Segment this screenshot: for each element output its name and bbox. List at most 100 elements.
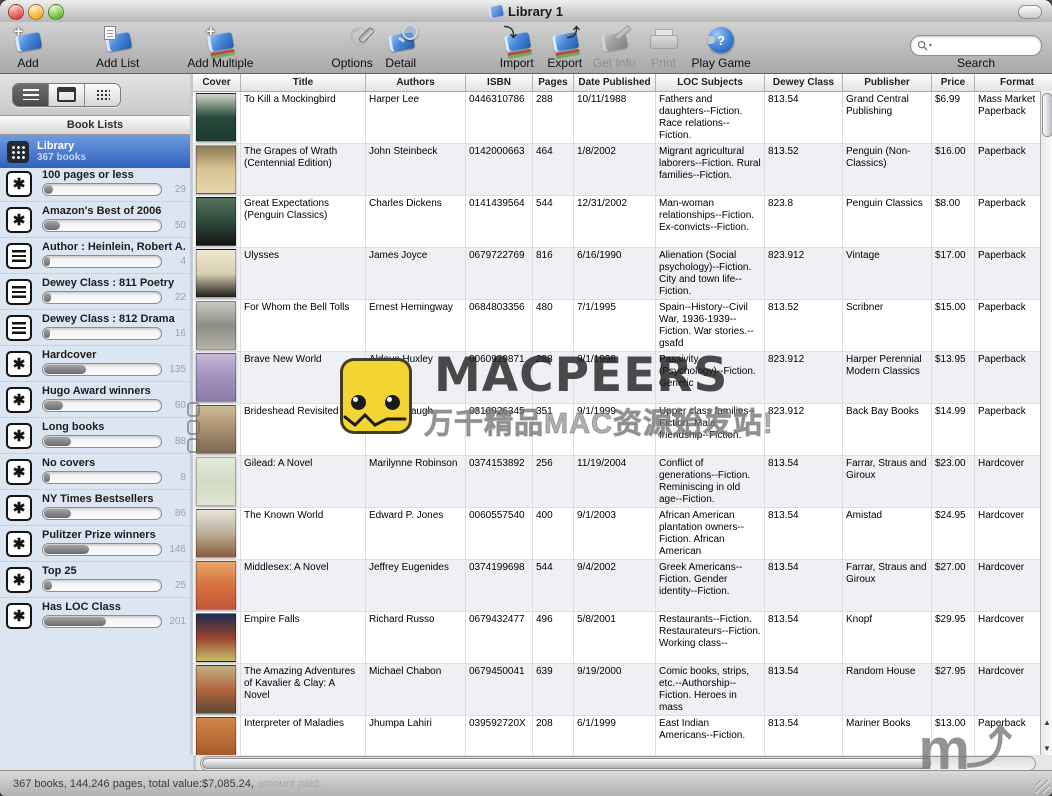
scroll-up-arrow[interactable]: ▲ bbox=[1043, 719, 1051, 727]
cell-cover bbox=[193, 716, 241, 755]
table-row[interactable]: For Whom the Bell TollsErnest Hemingway0… bbox=[193, 300, 1052, 352]
view-grid-button[interactable] bbox=[85, 84, 120, 106]
table-row[interactable]: Empire FallsRichard Russo06794324774965/… bbox=[193, 612, 1052, 664]
add-label: Add bbox=[17, 56, 38, 70]
cell-price: $23.00 bbox=[932, 456, 975, 507]
add-button[interactable]: + Add bbox=[8, 24, 48, 70]
book-cover-thumbnail bbox=[196, 93, 236, 142]
export-button[interactable]: ⤴ Export bbox=[545, 24, 585, 70]
scroll-down-arrow[interactable]: ▼ bbox=[1043, 745, 1051, 753]
view-split-button[interactable] bbox=[49, 84, 85, 106]
resize-grip[interactable] bbox=[1036, 780, 1050, 794]
cell-authors: Ernest Hemingway bbox=[366, 300, 466, 351]
sidebar-item[interactable]: ✱100 pages or less29 bbox=[0, 166, 190, 201]
column-header-title[interactable]: Title bbox=[241, 74, 366, 91]
cell-cover bbox=[193, 248, 241, 299]
column-header-authors[interactable]: Authors bbox=[366, 74, 466, 91]
table-row[interactable]: The Amazing Adventures of Kavalier & Cla… bbox=[193, 664, 1052, 716]
sidebar-item[interactable]: ✱Top 2525 bbox=[0, 561, 190, 597]
cell-date: 9/1/1998 bbox=[574, 352, 656, 403]
import-button[interactable]: ⤵ Import bbox=[497, 24, 537, 70]
titlebar[interactable]: Library 1 bbox=[0, 0, 1052, 23]
cell-title: Great Expectations (Penguin Classics) bbox=[241, 196, 366, 247]
table-row[interactable]: Middlesex: A NovelJeffrey Eugenides03741… bbox=[193, 560, 1052, 612]
view-list-button[interactable] bbox=[13, 84, 49, 106]
sidebar-item[interactable]: Dewey Class : 812 Drama16 bbox=[0, 309, 190, 345]
search-input[interactable] bbox=[933, 39, 1021, 53]
vertical-scrollbar[interactable]: ▲ ▼ bbox=[1040, 91, 1052, 755]
sidebar-item-label: NY Times Bestsellers bbox=[42, 493, 154, 505]
sidebar-item-label: Long books bbox=[42, 421, 104, 433]
book-table: CoverTitleAuthorsISBNPagesDate Published… bbox=[193, 74, 1052, 755]
cell-loc: Migrant agricultural laborers--Fiction. … bbox=[656, 144, 765, 195]
horizontal-scrollbar[interactable] bbox=[200, 756, 1036, 771]
cell-loc: Comic books, strips, etc.--Authorship--F… bbox=[656, 664, 765, 715]
print-button[interactable]: Print bbox=[643, 24, 683, 70]
table-row[interactable]: Gilead: A NovelMarilynne Robinson0374153… bbox=[193, 456, 1052, 508]
table-row[interactable]: Brideshead RevisitedEvelyn Waugh03169263… bbox=[193, 404, 1052, 456]
sidebar-item[interactable]: ✱NY Times Bestsellers86 bbox=[0, 489, 190, 525]
cell-date: 7/1/1995 bbox=[574, 300, 656, 351]
column-header-cover[interactable]: Cover bbox=[193, 74, 241, 91]
add-list-button[interactable]: Add List bbox=[96, 24, 139, 70]
table-header-row: CoverTitleAuthorsISBNPagesDate Published… bbox=[193, 74, 1052, 92]
cell-date: 9/1/2003 bbox=[574, 508, 656, 559]
list-count: 135 bbox=[169, 364, 186, 375]
list-count: 16 bbox=[175, 328, 186, 339]
book-cover-thumbnail bbox=[196, 405, 236, 454]
table-row[interactable]: UlyssesJames Joyce06797227698166/16/1990… bbox=[193, 248, 1052, 300]
play-game-button[interactable]: ? Play Game bbox=[691, 24, 750, 70]
table-row[interactable]: Interpreter of MaladiesJhumpa Lahiri0395… bbox=[193, 716, 1052, 755]
library-grid-icon bbox=[7, 141, 29, 163]
sidebar-item[interactable]: Author : Heinlein, Robert A.4 bbox=[0, 237, 190, 273]
sidebar-item-library[interactable]: Library 367 books bbox=[0, 135, 190, 168]
sidebar-item[interactable]: ✱Hardcover135 bbox=[0, 345, 190, 381]
column-header-pages[interactable]: Pages bbox=[533, 74, 574, 91]
sidebar-item[interactable]: ✱Has LOC Class201 bbox=[0, 597, 190, 633]
column-header-format[interactable]: Format bbox=[975, 74, 1052, 91]
sidebar-item[interactable]: Dewey Class : 811 Poetry22 bbox=[0, 273, 190, 309]
column-header-loc-subjects[interactable]: LOC Subjects bbox=[656, 74, 765, 91]
column-header-publisher[interactable]: Publisher bbox=[843, 74, 932, 91]
cell-pages: 639 bbox=[533, 664, 574, 715]
column-header-dewey-class[interactable]: Dewey Class bbox=[765, 74, 843, 91]
get-info-button[interactable]: Get Info bbox=[593, 24, 636, 70]
sidebar-item[interactable]: ✱Pulitzer Prize winners146 bbox=[0, 525, 190, 561]
table-row[interactable]: The Grapes of Wrath (Centennial Edition)… bbox=[193, 144, 1052, 196]
sidebar-item[interactable]: ✱Amazon's Best of 200650 bbox=[0, 201, 190, 237]
list-progress-bar bbox=[42, 219, 162, 232]
detail-button[interactable]: Detail bbox=[381, 24, 421, 70]
column-header-isbn[interactable]: ISBN bbox=[466, 74, 533, 91]
toolbar-toggle-button[interactable] bbox=[1018, 5, 1042, 19]
horizontal-scrollbar-thumb[interactable] bbox=[202, 758, 931, 769]
smart-list-gear-icon: ✱ bbox=[6, 603, 32, 629]
add-multiple-button[interactable]: + Add Multiple bbox=[187, 24, 253, 70]
view-switcher bbox=[12, 83, 121, 107]
list-progress-bar bbox=[42, 255, 162, 268]
cell-pages: 351 bbox=[533, 404, 574, 455]
book-pencil-icon bbox=[599, 24, 629, 56]
cell-authors: Charles Dickens bbox=[366, 196, 466, 247]
vertical-scrollbar-thumb[interactable] bbox=[1042, 93, 1052, 137]
cell-publisher: Penguin Classics bbox=[843, 196, 932, 247]
status-bar: 367 books, 144,246 pages, total value:$7… bbox=[0, 770, 1052, 796]
list-count: 29 bbox=[175, 184, 186, 195]
sidebar-item[interactable]: ✱No covers8 bbox=[0, 453, 190, 489]
sidebar-item-label: Dewey Class : 812 Drama bbox=[42, 313, 175, 325]
cell-loc: Greek Americans--Fiction. Gender identit… bbox=[656, 560, 765, 611]
cell-isbn: 039592720X bbox=[466, 716, 533, 755]
table-row[interactable]: The Known WorldEdward P. Jones0060557540… bbox=[193, 508, 1052, 560]
search-scope-chevron-icon[interactable]: ▾ bbox=[929, 42, 932, 49]
options-button[interactable]: Options bbox=[331, 24, 372, 70]
table-row[interactable]: Great Expectations (Penguin Classics)Cha… bbox=[193, 196, 1052, 248]
sidebar-item-label: Hardcover bbox=[42, 349, 96, 361]
book-cover-thumbnail bbox=[196, 509, 236, 558]
table-row[interactable]: To Kill a MockingbirdHarper Lee044631078… bbox=[193, 92, 1052, 144]
table-row[interactable]: Brave New WorldAldous Huxley006092987128… bbox=[193, 352, 1052, 404]
column-header-price[interactable]: Price bbox=[932, 74, 975, 91]
cell-cover bbox=[193, 404, 241, 455]
search-field[interactable]: ▾ bbox=[910, 35, 1042, 56]
sidebar-item[interactable]: ✱Long books88 bbox=[0, 417, 190, 453]
sidebar-item[interactable]: ✱Hugo Award winners60 bbox=[0, 381, 190, 417]
column-header-date-published[interactable]: Date Published bbox=[574, 74, 656, 91]
